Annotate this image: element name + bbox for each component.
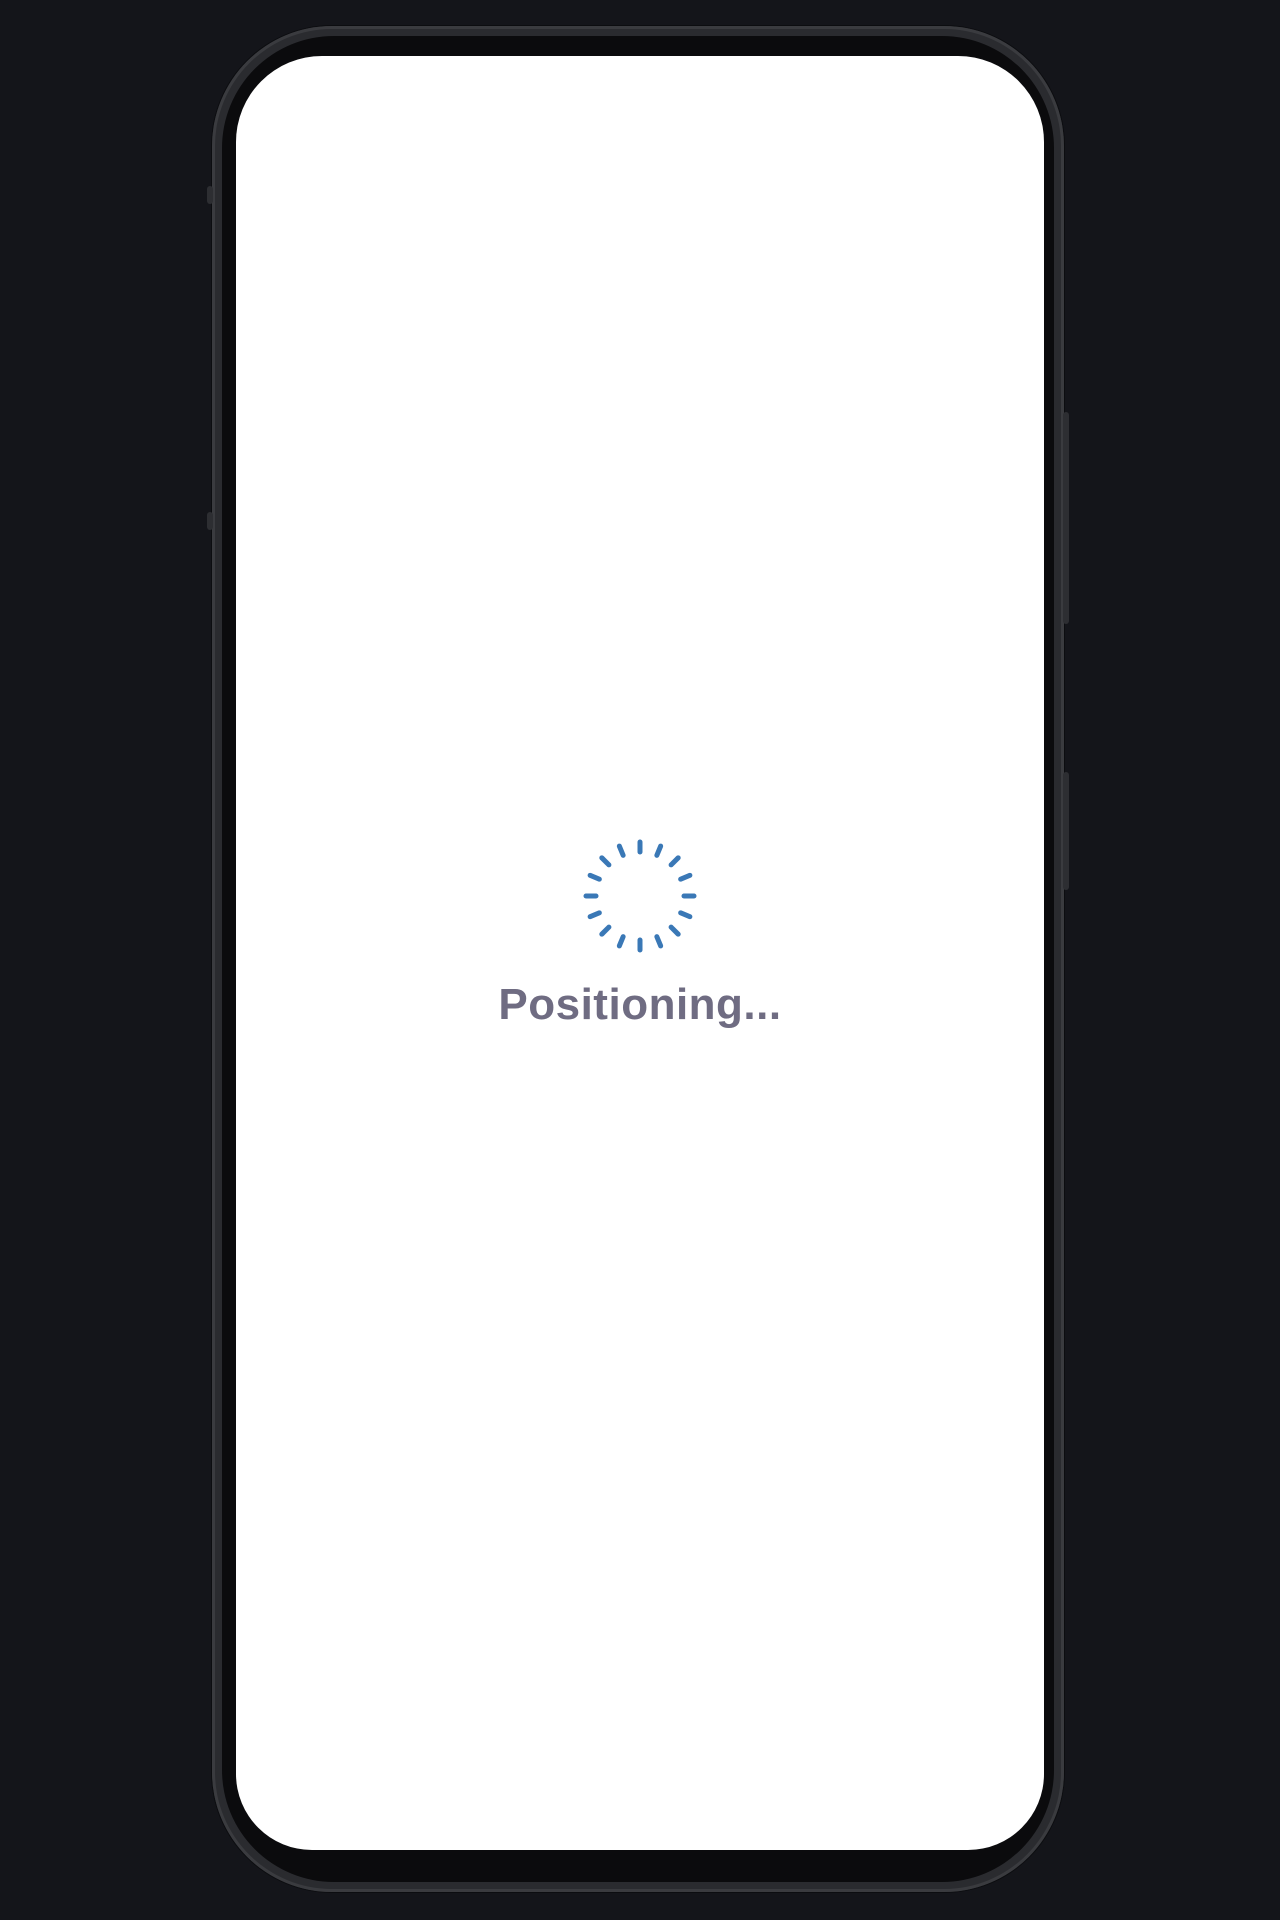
spinner-segment	[654, 843, 664, 858]
loading-text: Positioning...	[498, 980, 782, 1029]
spinner-icon	[583, 839, 697, 953]
spinner-segment	[616, 934, 626, 949]
volume-up-button	[207, 186, 213, 204]
spinner-segment	[668, 855, 681, 868]
spinner-segment	[587, 872, 602, 882]
side-button	[1063, 772, 1069, 890]
loading-indicator: Positioning...	[236, 836, 1044, 1030]
spinner-segment	[587, 910, 602, 920]
spinner-segment	[599, 924, 612, 937]
power-button	[1063, 412, 1069, 624]
app-screen: Positioning...	[236, 56, 1044, 1850]
spinner-segment	[678, 910, 693, 920]
spinner-segment	[616, 843, 626, 858]
spinner-segment	[678, 872, 693, 882]
phone-frame: Positioning...	[207, 26, 1069, 1892]
spinner-segment	[668, 924, 681, 937]
spinner-segment	[599, 855, 612, 868]
volume-down-button	[207, 512, 213, 530]
spinner-segment	[654, 934, 664, 949]
